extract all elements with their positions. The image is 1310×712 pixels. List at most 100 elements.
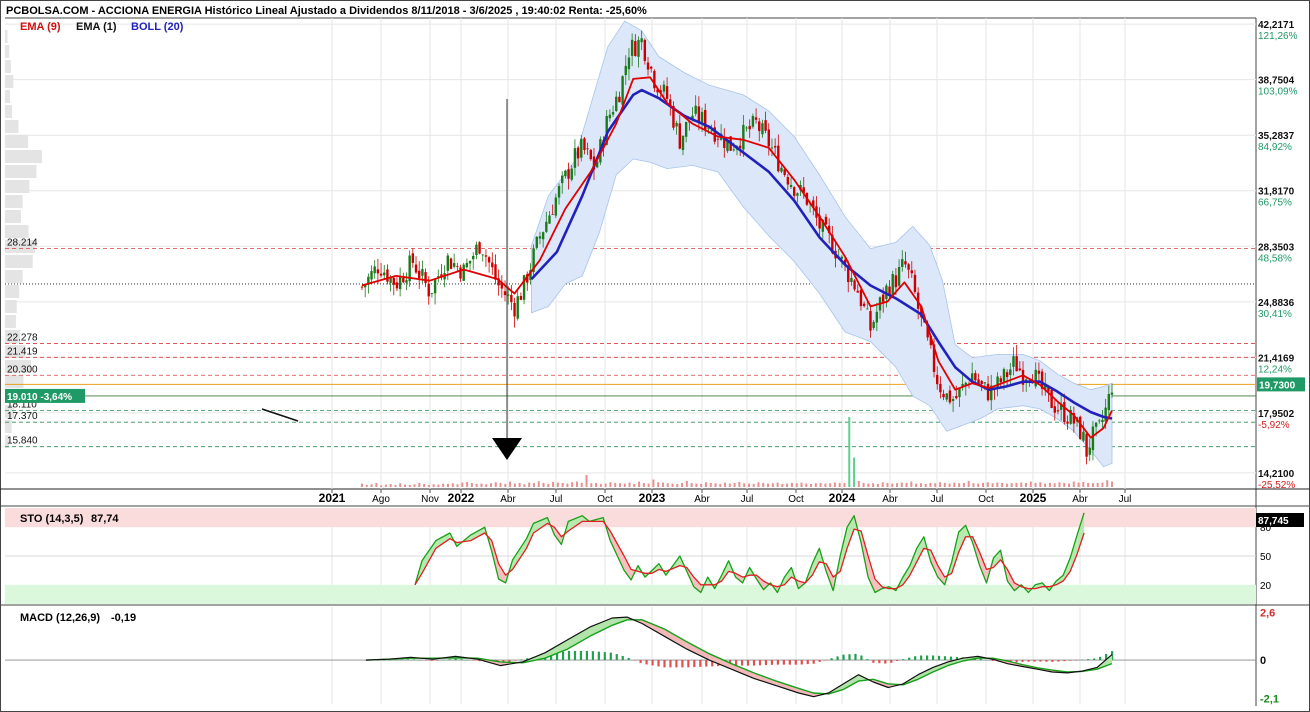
candle-body [853, 280, 856, 290]
volume-bar [982, 482, 985, 487]
volume-bar [423, 483, 426, 487]
candle-body [538, 236, 542, 239]
candle-body [430, 292, 434, 294]
candle-body [866, 308, 869, 310]
macd-histogram-bar [1051, 660, 1054, 662]
level-label: 17.370 [7, 411, 38, 422]
volume-bar [566, 483, 569, 487]
volume-bar [470, 482, 473, 487]
candle-body [484, 255, 488, 257]
volume-bar [466, 481, 469, 487]
candle-body [986, 383, 990, 401]
volume-bar [408, 484, 411, 487]
candle-body [1088, 447, 1091, 455]
volume-bar [824, 483, 827, 487]
date-tick-label: Jul [741, 494, 754, 505]
candle-body [491, 262, 494, 268]
volume-bar [518, 482, 521, 487]
date-tick-label: Jul [1119, 494, 1132, 505]
candle-body [392, 277, 395, 285]
macd-histogram-bar [663, 660, 666, 668]
candle-body [640, 38, 643, 43]
volume-bar [728, 483, 731, 487]
candle-body [478, 242, 481, 254]
volume-profile-bar [5, 225, 29, 238]
candle-body [793, 187, 796, 196]
date-tick-label: Abr [882, 494, 898, 505]
date-tick-label: Abr [694, 494, 710, 505]
volume-bar [905, 482, 908, 487]
macd-histogram-bar [693, 660, 696, 668]
candle-body [742, 124, 745, 150]
volume-bar [747, 483, 750, 487]
volume-bar [915, 483, 918, 487]
candle-body [516, 296, 519, 319]
macd-histogram-bar [890, 660, 893, 663]
chart-title: PCBOLSA.COM - ACCIONA ENERGIA Histórico … [6, 5, 647, 17]
candle-body [462, 264, 465, 281]
candle-body [634, 41, 637, 57]
volume-bar [876, 483, 879, 487]
macd-histogram-bar [991, 660, 994, 661]
chart-svg[interactable]: 2021 Ago Nov 2022 Abr Jul Oct 2023 Abr Jul Oct 2024… [0, 0, 1310, 712]
volume-bar [1077, 482, 1080, 487]
volume-bar [580, 482, 583, 487]
candle-body [974, 373, 977, 381]
macd-histogram-bar [657, 660, 660, 667]
macd-histogram-bar [758, 660, 762, 666]
macd-histogram-bar [943, 656, 947, 661]
legend-boll[interactable]: BOLL (20) [131, 21, 183, 33]
volume-profile-bar [5, 300, 17, 313]
candle-body [675, 123, 678, 127]
candle-body [449, 258, 453, 269]
legend-ema9[interactable]: EMA (9) [20, 21, 61, 33]
volume-profile-bar [5, 285, 20, 298]
candle-body [1091, 426, 1095, 451]
sto-oversold-zone [5, 584, 1256, 604]
legend-ema1[interactable]: EMA (1) [76, 21, 117, 33]
macd-histogram-bar [848, 654, 851, 661]
date-tick-label: 2022 [448, 491, 475, 505]
date-tick-label: Oct [597, 494, 613, 505]
volume-bar [370, 484, 373, 487]
volume-bar [881, 482, 884, 487]
candle-body [411, 253, 415, 263]
candle-body [904, 261, 907, 265]
volume-bar [475, 483, 478, 487]
annotation-arrow-head [492, 438, 522, 460]
macd-histogram-bar [1099, 656, 1102, 661]
candle-body [939, 383, 942, 393]
bollinger-band [531, 20, 1113, 468]
candle-body [856, 290, 859, 293]
date-tick-label: Oct [788, 494, 804, 505]
volume-bar [838, 482, 841, 487]
volume-bar [800, 482, 803, 487]
candle-body [398, 276, 402, 290]
date-tick-label: Ago [372, 494, 390, 505]
macd-histogram-bar [621, 655, 624, 661]
volume-bar [1005, 483, 1008, 487]
volume-bar [365, 484, 368, 487]
macd-histogram-bar [1021, 660, 1024, 662]
candle-body [1063, 402, 1066, 423]
candle-body [627, 57, 631, 70]
volume-bar [1096, 482, 1099, 487]
candle-body [955, 395, 958, 399]
volume-bar [537, 481, 540, 487]
macd-histogram-bar [388, 660, 392, 661]
candle-body [738, 145, 742, 149]
candle-body [1009, 369, 1012, 376]
candle-body [764, 120, 767, 131]
candle-body [468, 260, 472, 264]
candle-body [465, 262, 469, 268]
volume-bar [661, 482, 664, 487]
volume-bar [814, 483, 817, 487]
macd-histogram-bar [645, 660, 648, 665]
volume-bar [590, 483, 593, 487]
volume-bar [499, 482, 502, 487]
volume-bar [384, 484, 387, 487]
volume-bar [642, 482, 645, 487]
candle-body [379, 273, 383, 276]
macd-histogram-bar [454, 658, 457, 661]
volume-bar [891, 483, 894, 487]
